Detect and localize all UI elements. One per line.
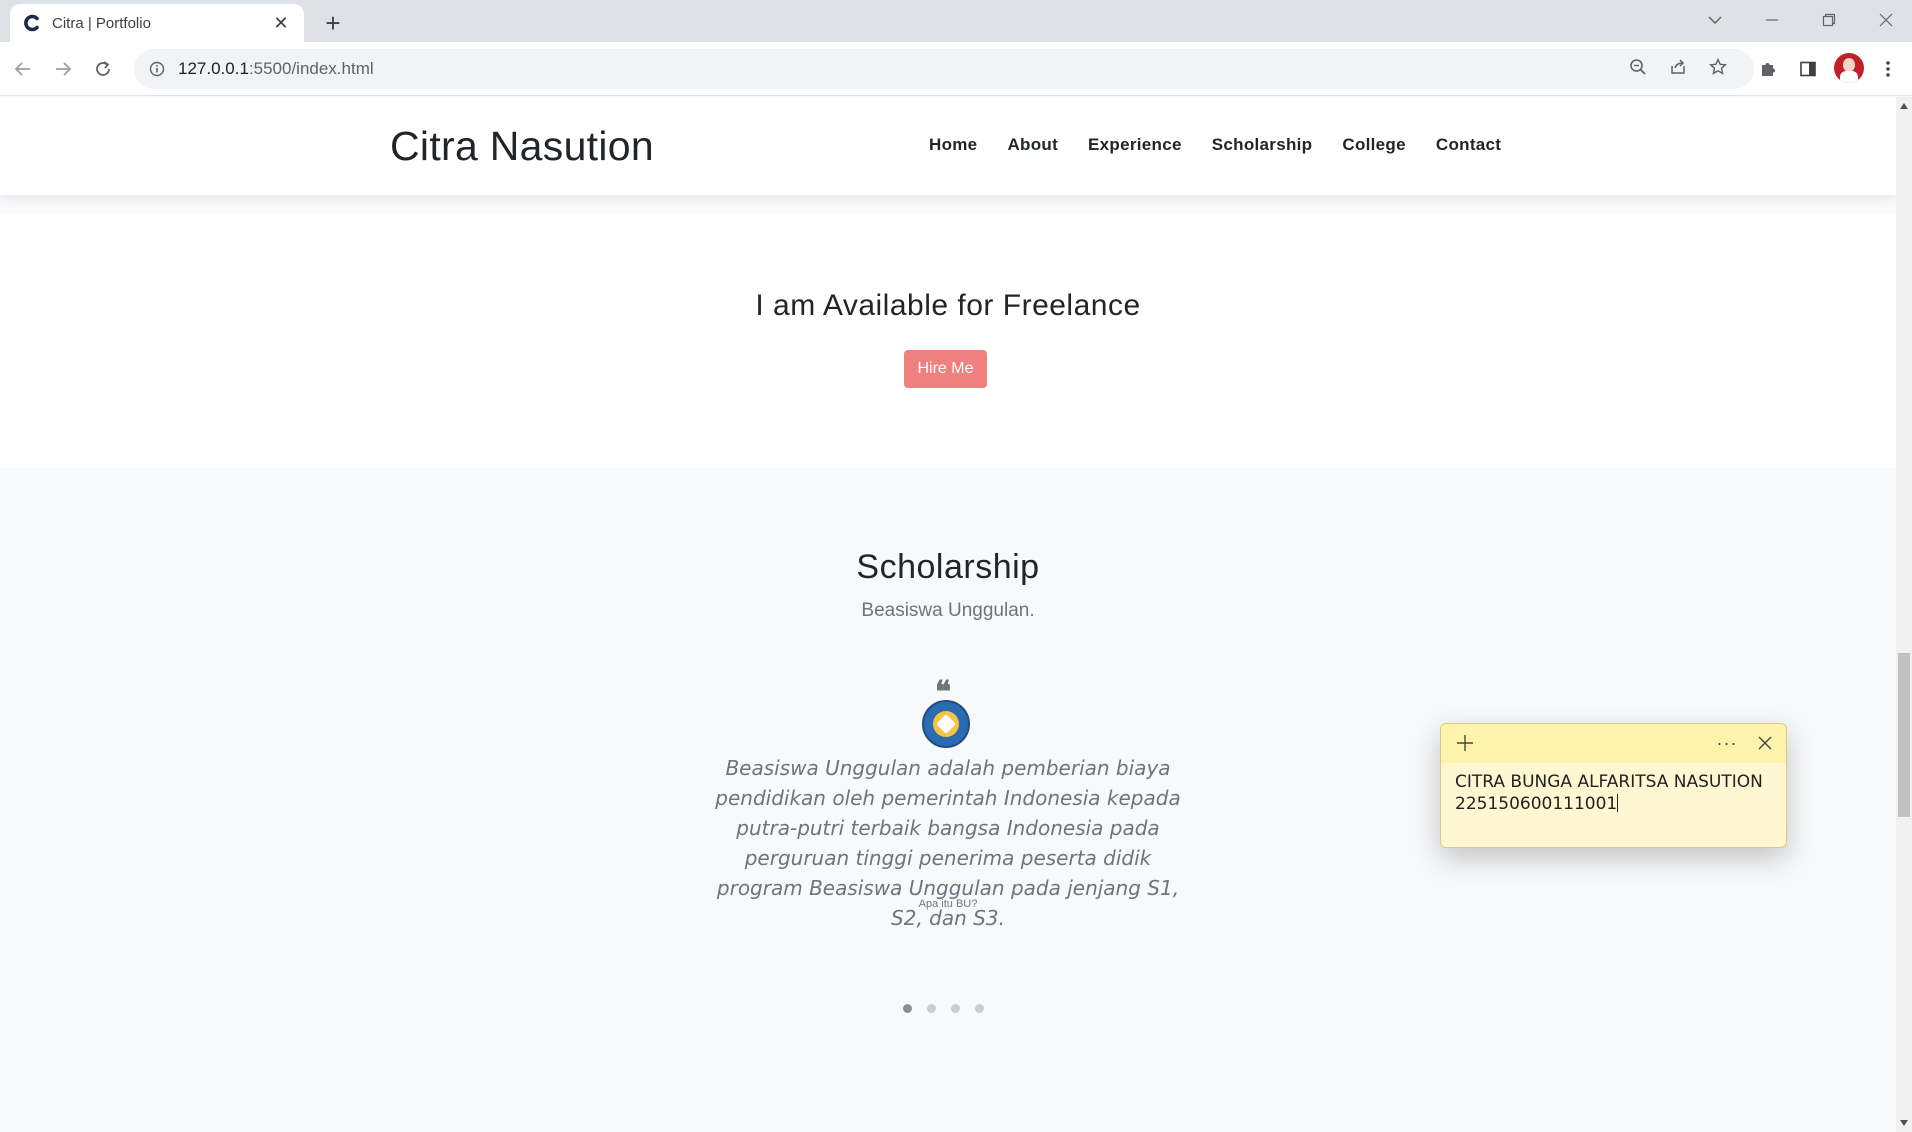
site-header: Citra Nasution Home About Experience Sch… [0,97,1896,195]
browser-tab-bar: Citra | Portfolio ✕ + [0,0,1912,42]
minimize-icon[interactable] [1752,4,1792,36]
profile-avatar[interactable] [1834,53,1864,83]
nav-about[interactable]: About [1007,135,1058,155]
close-note-icon[interactable] [1751,729,1779,757]
note-line-2-text: 225150600111001 [1455,794,1618,814]
new-tab-button[interactable]: + [318,8,348,38]
nav-contact[interactable]: Contact [1436,135,1501,155]
zoom-icon[interactable] [1623,52,1653,82]
scholarship-title: Scholarship [856,548,1040,586]
carousel-dot-4[interactable] [975,1004,984,1013]
site-brand[interactable]: Citra Nasution [390,123,654,170]
forward-arrow-icon[interactable] [48,54,78,84]
note-line-2: 225150600111001 [1455,793,1772,815]
url-path: :5500/index.html [248,59,374,78]
window-close-icon[interactable] [1866,4,1906,36]
carousel-indicators [903,1004,984,1013]
side-panel-icon[interactable] [1793,54,1823,84]
tab-close-icon[interactable]: ✕ [270,12,292,34]
browser-tab[interactable]: Citra | Portfolio ✕ [10,4,304,42]
url-text: 127.0.0.1:5500/index.html [178,59,374,79]
reload-icon[interactable] [88,54,118,84]
back-arrow-icon[interactable] [8,54,38,84]
sticky-note-text[interactable]: CITRA BUNGA ALFARITSA NASUTION 225150600… [1441,763,1786,823]
sticky-note-header[interactable]: ··· [1441,724,1786,763]
nav-college[interactable]: College [1342,135,1406,155]
browser-toolbar: 127.0.0.1:5500/index.html [0,42,1912,96]
freelance-title: I am Available for Freelance [755,289,1141,322]
note-line-1: CITRA BUNGA ALFARITSA NASUTION [1455,772,1763,792]
url-host: 127.0.0.1 [178,59,249,78]
scroll-up-arrow-icon[interactable] [1900,103,1908,109]
kemendikbud-logo-icon [922,700,970,748]
site-favicon-icon [22,13,42,33]
site-nav: Home About Experience Scholarship Colleg… [914,135,1516,155]
scrollbar-thumb[interactable] [1898,653,1910,817]
nav-home[interactable]: Home [929,135,977,155]
tab-title: Citra | Portfolio [52,14,151,32]
sticky-note: ··· CITRA BUNGA ALFARITSA NASUTION 22515… [1440,723,1787,848]
extensions-puzzle-icon[interactable] [1753,54,1783,84]
hire-me-button[interactable]: Hire Me [904,350,987,388]
browser-menu-icon[interactable] [1873,54,1903,84]
quote-caption: Apa itu BU? [918,898,978,910]
tab-search-icon[interactable] [1695,4,1735,36]
page-viewport: Citra Nasution Home About Experience Sch… [0,97,1896,1132]
nav-experience[interactable]: Experience [1088,135,1182,155]
add-note-icon[interactable] [1451,729,1479,757]
restore-icon[interactable] [1809,4,1849,36]
address-bar[interactable]: 127.0.0.1:5500/index.html [134,49,1754,89]
scroll-down-arrow-icon[interactable] [1900,1120,1908,1126]
nav-scholarship[interactable]: Scholarship [1212,135,1313,155]
carousel-dot-1[interactable] [903,1004,912,1013]
scholarship-subtitle: Beasiswa Unggulan. [861,600,1035,621]
site-info-icon[interactable] [148,60,166,78]
page-scrollbar[interactable] [1896,97,1912,1132]
carousel-dot-2[interactable] [927,1004,936,1013]
bookmark-star-icon[interactable] [1703,52,1733,82]
carousel-dot-3[interactable] [951,1004,960,1013]
share-icon[interactable] [1663,52,1693,82]
text-caret [1617,794,1619,812]
note-menu-icon[interactable]: ··· [1713,729,1741,757]
freelance-section: I am Available for Freelance Hire Me [0,214,1896,468]
